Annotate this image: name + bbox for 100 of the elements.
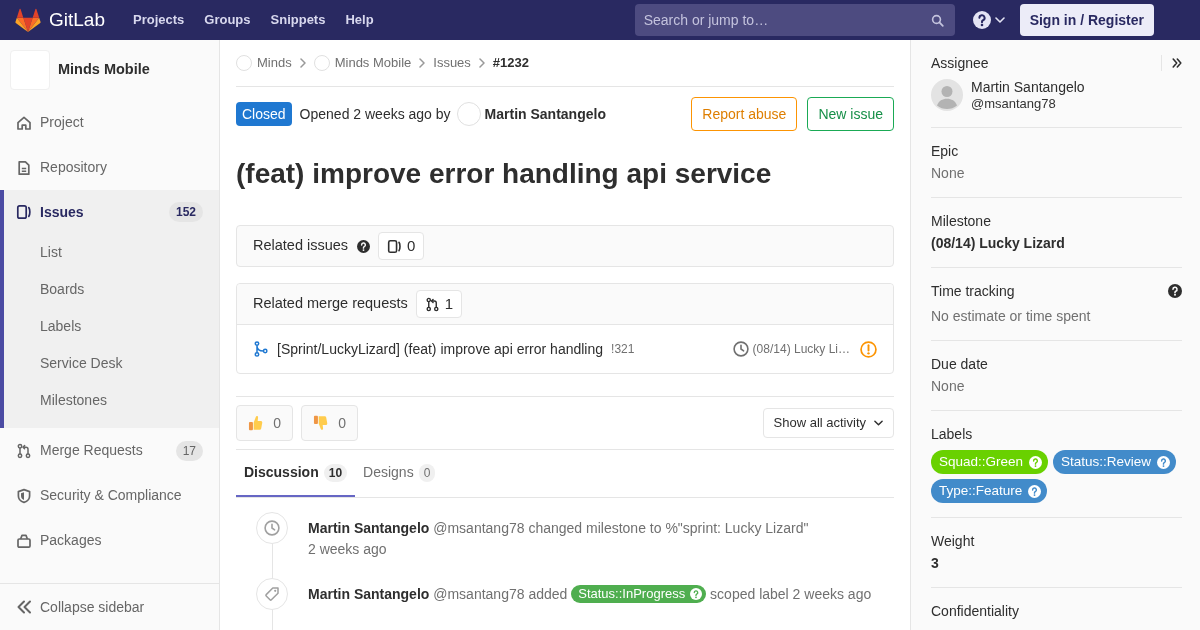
issue-title: (feat) improve error handling api service [236, 157, 773, 191]
sidebar-subitem[interactable]: List [4, 234, 219, 271]
help-icon [1168, 284, 1182, 298]
note-action-text: scoped label [710, 586, 789, 602]
tab[interactable]: Discussion 10 [236, 450, 356, 497]
shield-icon [16, 487, 32, 504]
sidebar-item[interactable]: Repository [0, 145, 219, 190]
section-value: (08/14) Lucky Lizard [931, 234, 1066, 253]
project-name-link[interactable]: Minds Mobile [58, 59, 150, 81]
merge-request-ref: !321 [611, 341, 635, 358]
panel-title: Related merge requests [253, 294, 408, 314]
clock-icon [732, 341, 749, 357]
section-title: Assignee [931, 54, 989, 73]
breadcrumb-link[interactable]: Issues [433, 53, 471, 73]
note-time: 2 weeks ago [308, 541, 387, 557]
tab-count: 0 [418, 463, 436, 482]
double-chevron-right-icon [1172, 57, 1182, 69]
caret-icon [994, 17, 1005, 23]
help-dropdown-button[interactable] [972, 8, 1005, 32]
avatar-icon [236, 55, 252, 71]
opened-text: Opened 2 weeks ago by [299, 104, 451, 124]
milestone-text: (08/14) Lucky Li… [752, 341, 850, 358]
home-link[interactable]: GitLab [15, 5, 105, 35]
section-value: None [931, 377, 966, 396]
assignee-name-link[interactable]: Martin Santangelo [971, 78, 1085, 96]
breadcrumb-link[interactable]: #1232 [492, 53, 529, 73]
new-issue-button[interactable]: New issue [807, 97, 894, 131]
activity-filter-dropdown[interactable]: Show all activity [762, 408, 894, 438]
double-chevron-left-icon [16, 599, 32, 615]
issue-status: Closed [236, 102, 292, 126]
assignee-username: @msantang78 [971, 96, 1057, 112]
collapse-right-sidebar-button[interactable] [1161, 55, 1182, 71]
note-author-link[interactable]: Martin Santangelo [308, 520, 430, 536]
top-nav-link[interactable]: Snippets [270, 10, 326, 30]
help-icon [972, 11, 991, 29]
author-link[interactable]: Martin Santangelo [484, 103, 606, 125]
thumbs-up-icon [248, 414, 264, 432]
related-count: 1 [444, 293, 454, 314]
caret-icon [874, 420, 883, 426]
chevron-right-icon [478, 58, 485, 68]
note-author-handle: @msantang78 [433, 586, 525, 602]
section-title: Due date [931, 355, 988, 374]
note-action-text: added [528, 586, 568, 602]
section-title: Time tracking [931, 282, 1015, 301]
emoji-award-button[interactable]: 0 [301, 405, 358, 441]
fox-logo-icon [15, 8, 41, 32]
sidebar-subitem[interactable]: Boards [4, 271, 219, 308]
sidebar-item[interactable]: Merge Requests 17 [0, 428, 219, 473]
thumbs-down-icon [313, 414, 329, 432]
merge-request-icon [16, 442, 32, 459]
section-value: 3 [931, 554, 940, 573]
scoped-label-link[interactable]: Status::Review [1053, 450, 1177, 474]
chevron-right-icon [419, 58, 426, 68]
avatar-icon [456, 102, 481, 126]
merge-request-link[interactable]: [Sprint/LuckyLizard] (feat) improve api error handling [277, 338, 604, 360]
top-nav-link[interactable]: Projects [133, 10, 185, 30]
breadcrumb-link[interactable]: Minds Mobile [334, 53, 412, 73]
scoped-label-link[interactable]: Type::Feature [931, 479, 1048, 503]
related-count: 0 [407, 235, 416, 256]
section-value: None [931, 164, 966, 183]
document-icon [16, 159, 32, 176]
sign-in-button[interactable]: Sign in / Register [1019, 4, 1154, 36]
help-icon [357, 239, 371, 253]
section-title: Labels [931, 425, 973, 444]
note-author-handle: @msantang78 [433, 520, 525, 536]
sidebar-item[interactable]: Project [0, 100, 219, 145]
section-title: Weight [931, 532, 975, 551]
help-icon [1028, 484, 1042, 498]
help-icon [690, 588, 703, 601]
note-author-link[interactable]: Martin Santangelo [308, 586, 430, 602]
note-time: 2 weeks ago [792, 586, 872, 602]
sidebar-subitem[interactable]: Labels [4, 308, 219, 345]
section-title: Confidentiality [931, 602, 1019, 621]
top-nav-link[interactable]: Help [345, 10, 374, 30]
merge-request-icon [424, 296, 440, 312]
breadcrumb-link[interactable]: Minds [257, 53, 292, 73]
search-icon [930, 14, 944, 27]
help-icon [1029, 455, 1043, 469]
sidebar-item[interactable]: Security & Compliance [0, 473, 219, 518]
tab[interactable]: Designs 0 [355, 450, 444, 497]
note-action-text: changed milestone to %"sprint: Lucky Lizard" [528, 520, 809, 536]
report-abuse-button[interactable]: Report abuse [691, 97, 798, 131]
sidebar-item[interactable]: Packages [0, 518, 219, 563]
issues-icon [387, 238, 403, 254]
section-value: No estimate or time spent [931, 307, 1092, 326]
panel-title: Related issues [253, 236, 349, 256]
avatar-icon [313, 55, 330, 71]
top-nav-link[interactable]: Groups [204, 10, 251, 30]
merge-icon [254, 341, 268, 357]
emoji-award-button[interactable]: 0 [236, 405, 293, 441]
item-count: 152 [168, 202, 203, 222]
help-icon [1157, 455, 1171, 469]
sidebar-subitem[interactable]: Service Desk [4, 345, 219, 382]
sidebar-subitem[interactable]: Milestones [4, 382, 219, 419]
home-icon [16, 114, 32, 131]
sidebar-item[interactable]: Issues 152 [4, 190, 219, 234]
search-field[interactable]: Search or jump to… [634, 4, 955, 36]
chevron-right-icon [299, 58, 306, 68]
section-title: Milestone [931, 212, 991, 231]
issues-icon [16, 204, 32, 220]
